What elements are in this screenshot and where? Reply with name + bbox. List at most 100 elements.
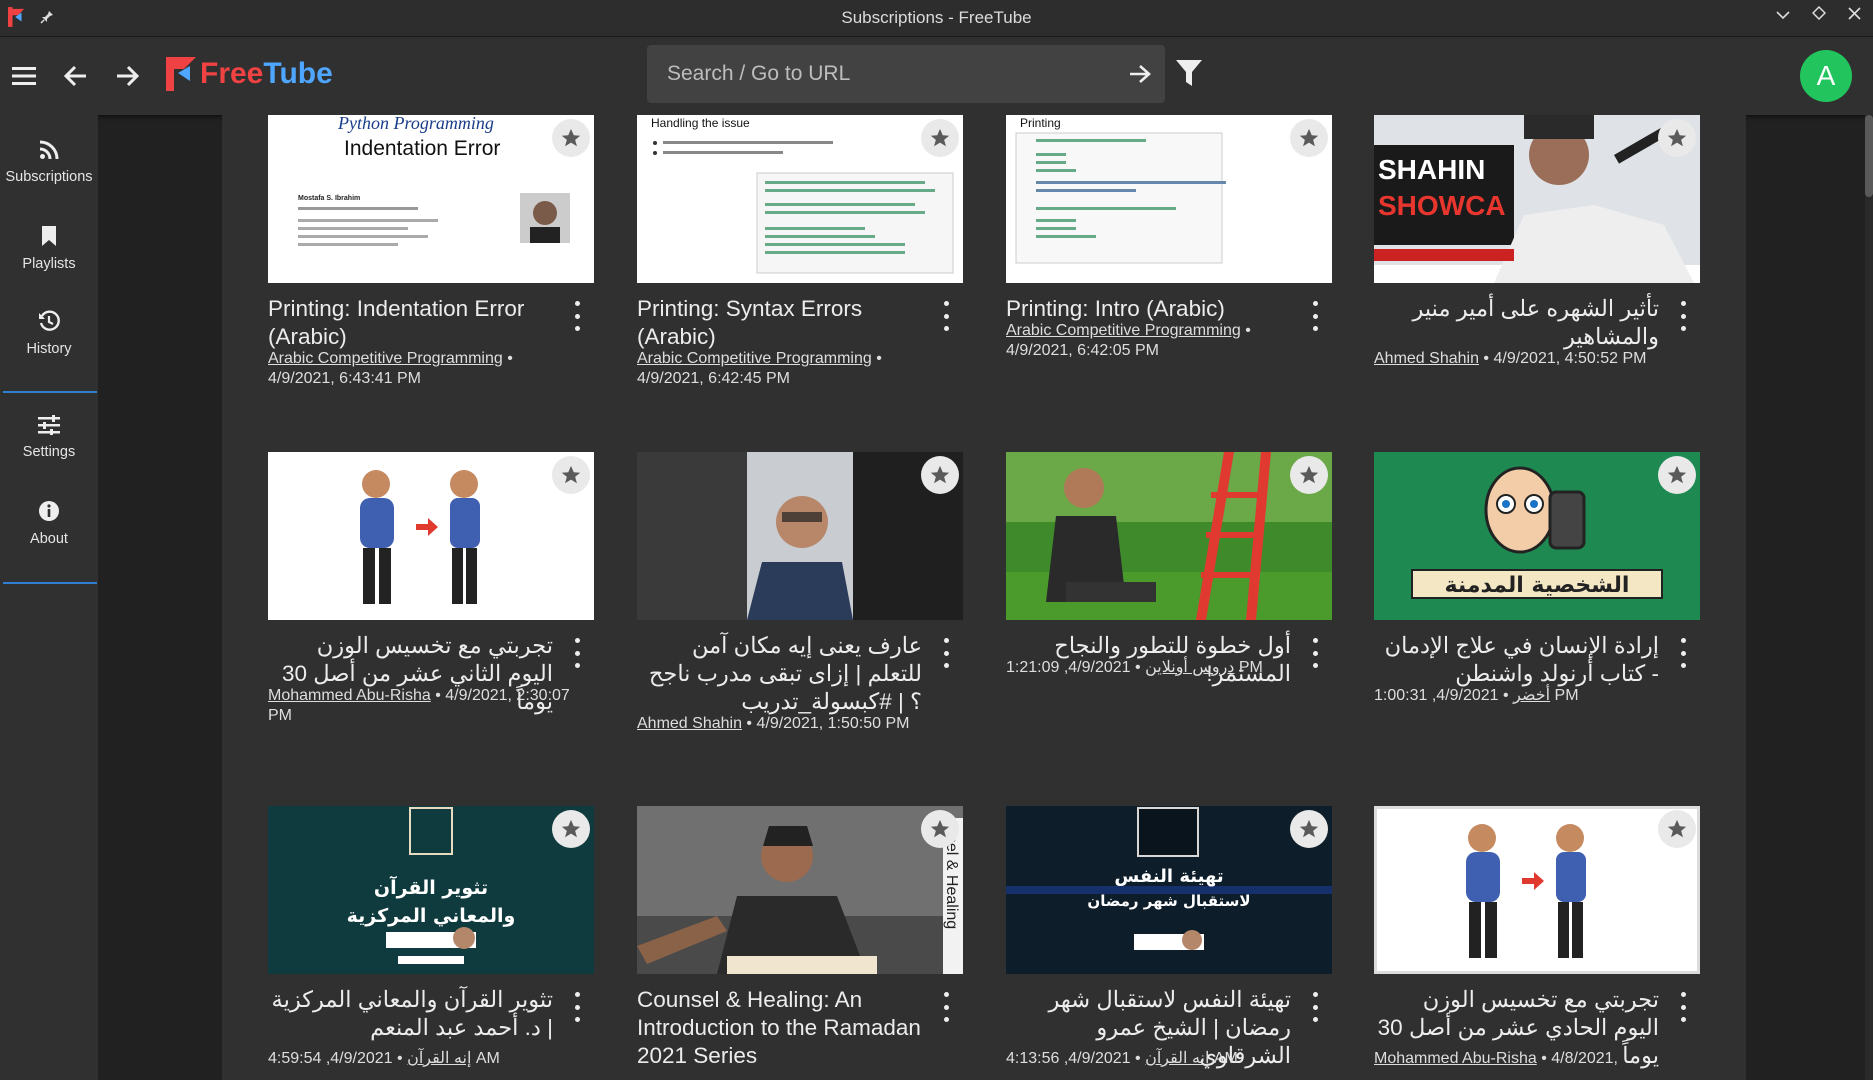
maximize-icon[interactable] xyxy=(1811,5,1827,25)
more-options-icon[interactable] xyxy=(1674,992,1692,1022)
video-date: 1:21:09 ,4/9/2021 xyxy=(1006,659,1131,676)
video-title[interactable]: Printing: Intro (Arabic) xyxy=(1006,295,1291,323)
channel-link[interactable]: دروس أونلاين xyxy=(1145,659,1234,676)
logo-free-text: Free xyxy=(200,57,264,90)
channel-link[interactable]: Ahmed Shahin xyxy=(1374,350,1479,367)
video-thumbnail[interactable]: nsel & Healing xyxy=(637,806,963,974)
history-icon xyxy=(39,310,60,331)
channel-link[interactable]: Arabic Competitive Programming xyxy=(1006,322,1241,339)
video-date: 4/9/2021, 6:42:45 PM xyxy=(637,370,790,387)
video-thumbnail[interactable] xyxy=(1374,806,1700,974)
video-title[interactable]: تثوير القرآن والمعاني المركزية | د. أحمد… xyxy=(268,986,553,1042)
thumb-text: Indentation Error xyxy=(344,137,500,160)
video-title[interactable]: إرادة الإنسان في علاج الإدمان - كتاب أرن… xyxy=(1374,632,1659,688)
sidebar-divider xyxy=(3,391,97,393)
back-arrow-icon[interactable] xyxy=(59,59,93,93)
channel-link[interactable]: إنه القرآن xyxy=(407,1050,471,1067)
favorite-star-icon[interactable] xyxy=(1290,810,1328,848)
sidebar-item-playlists[interactable]: Playlists xyxy=(0,225,98,272)
channel-link[interactable]: Arabic Competitive Programming xyxy=(637,350,872,367)
video-thumbnail[interactable]: تهيئة النفس لاستقبال شهر رمضان xyxy=(1006,806,1332,974)
video-thumbnail[interactable]: الشخصية المدمنة xyxy=(1374,452,1700,620)
channel-link[interactable]: Arabic Competitive Programming xyxy=(268,350,503,367)
video-card[interactable]: تثوير القرآن والمعاني المركزية تثوير الق… xyxy=(268,806,594,1067)
menu-icon[interactable] xyxy=(7,59,41,93)
video-card[interactable]: الشخصية المدمنة إرادة الإنسان في علاج ال… xyxy=(1374,452,1700,704)
thumb-text: Printing xyxy=(1020,116,1061,130)
video-thumbnail[interactable]: Python Programming Indentation Error Mos… xyxy=(268,115,594,283)
favorite-star-icon[interactable] xyxy=(552,456,590,494)
video-card[interactable]: Printing Printing: Intro (Arabic) Arabic… xyxy=(1006,115,1332,359)
favorite-star-icon[interactable] xyxy=(1290,119,1328,157)
favorite-star-icon[interactable] xyxy=(1658,119,1696,157)
more-options-icon[interactable] xyxy=(568,992,586,1022)
video-thumbnail[interactable]: SHAHIN SHOWCA xyxy=(1374,115,1700,283)
video-thumbnail[interactable]: Handling the issue xyxy=(637,115,963,283)
video-thumbnail[interactable]: تثوير القرآن والمعاني المركزية xyxy=(268,806,594,974)
filter-icon[interactable] xyxy=(1175,58,1203,93)
freetube-logo[interactable]: FreeTube xyxy=(166,57,333,91)
more-options-icon[interactable] xyxy=(568,301,586,331)
sidebar-item-settings[interactable]: Settings xyxy=(0,415,98,460)
more-options-icon[interactable] xyxy=(937,638,955,668)
video-title[interactable]: Printing: Indentation Error (Arabic) xyxy=(268,295,553,351)
minimize-icon[interactable] xyxy=(1776,7,1790,25)
video-date: 4:59:54 ,4/9/2021 xyxy=(268,1050,393,1067)
more-options-icon[interactable] xyxy=(1674,301,1692,331)
video-title[interactable]: عارف يعنى إيه مكان آمن للتعلم | إزاى تبق… xyxy=(637,632,922,716)
video-card[interactable]: أول خطوة للتطور والنجاح المستمر! 1:21:09… xyxy=(1006,452,1332,686)
more-options-icon[interactable] xyxy=(1674,638,1692,668)
video-card[interactable]: nsel & Healing Counsel & Healing: An Int… xyxy=(637,806,963,1068)
favorite-star-icon[interactable] xyxy=(921,810,959,848)
profile-avatar[interactable]: A xyxy=(1800,50,1852,102)
close-icon[interactable] xyxy=(1848,6,1861,25)
freetube-app-icon xyxy=(8,7,25,27)
favorite-star-icon[interactable] xyxy=(921,119,959,157)
video-thumbnail[interactable]: Printing xyxy=(1006,115,1332,283)
more-options-icon[interactable] xyxy=(568,638,586,668)
sliders-icon xyxy=(38,415,60,435)
feed-scrollbar[interactable] xyxy=(1865,115,1873,1080)
more-options-icon[interactable] xyxy=(937,301,955,331)
favorite-star-icon[interactable] xyxy=(1290,456,1328,494)
video-card[interactable]: Handling the issue Printing: Syntax Erro… xyxy=(637,115,963,387)
video-card[interactable]: تهيئة النفس لاستقبال شهر رمضان تهيئة الن… xyxy=(1006,806,1332,1068)
video-title[interactable]: Counsel & Healing: An Introduction to th… xyxy=(637,986,922,1070)
video-card[interactable]: SHAHIN SHOWCA تأثير الشهره على أمير منير… xyxy=(1374,115,1700,367)
favorite-star-icon[interactable] xyxy=(1658,456,1696,494)
favorite-star-icon[interactable] xyxy=(552,810,590,848)
video-thumbnail[interactable] xyxy=(1006,452,1332,620)
video-card[interactable]: تجربتي مع تخسيس الوزن اليوم الثاني عشر م… xyxy=(268,452,594,724)
pin-icon[interactable] xyxy=(40,10,54,24)
video-meta: Ahmed Shahin • 4/9/2021, 1:50:50 PM xyxy=(637,715,910,732)
channel-link[interactable]: Mohammed Abu-Risha xyxy=(1374,1050,1537,1067)
video-title[interactable]: Printing: Syntax Errors (Arabic) xyxy=(637,295,922,351)
sidebar-item-label: Playlists xyxy=(22,256,76,272)
favorite-star-icon[interactable] xyxy=(552,119,590,157)
thumb-text: Python Programming xyxy=(337,115,494,133)
favorite-star-icon[interactable] xyxy=(1658,810,1696,848)
video-thumbnail[interactable] xyxy=(637,452,963,620)
channel-link[interactable]: Mohammed Abu-Risha xyxy=(268,687,431,704)
bookmark-icon xyxy=(42,226,56,246)
sidebar-item-about[interactable]: About xyxy=(0,500,98,547)
sidebar-item-history[interactable]: History xyxy=(0,310,98,357)
sidebar-item-subscriptions[interactable]: Subscriptions xyxy=(0,140,98,185)
info-icon xyxy=(39,501,59,521)
channel-link[interactable]: Ahmed Shahin xyxy=(637,715,742,732)
favorite-star-icon[interactable] xyxy=(921,456,959,494)
video-meta: Arabic Competitive Programming • 4/9/2021… xyxy=(637,350,882,387)
forward-arrow-icon[interactable] xyxy=(110,59,144,93)
more-options-icon[interactable] xyxy=(937,992,955,1022)
scrollbar-thumb[interactable] xyxy=(1865,115,1873,197)
video-title[interactable]: تأثير الشهره على أمير منير والمشاهير xyxy=(1374,295,1659,351)
channel-link[interactable]: أخضر xyxy=(1513,687,1550,704)
video-thumbnail[interactable] xyxy=(268,452,594,620)
more-options-icon[interactable] xyxy=(1306,992,1324,1022)
search-input[interactable] xyxy=(647,61,1115,87)
video-card[interactable]: تجربتي مع تخسيس الوزن اليوم الحادي عشر م… xyxy=(1374,806,1700,1068)
search-go-arrow-icon[interactable] xyxy=(1115,64,1165,84)
video-card[interactable]: Python Programming Indentation Error Mos… xyxy=(268,115,594,387)
channel-link[interactable]: إنه القرآن xyxy=(1145,1050,1209,1067)
video-card[interactable]: عارف يعنى إيه مكان آمن للتعلم | إزاى تبق… xyxy=(637,452,963,732)
